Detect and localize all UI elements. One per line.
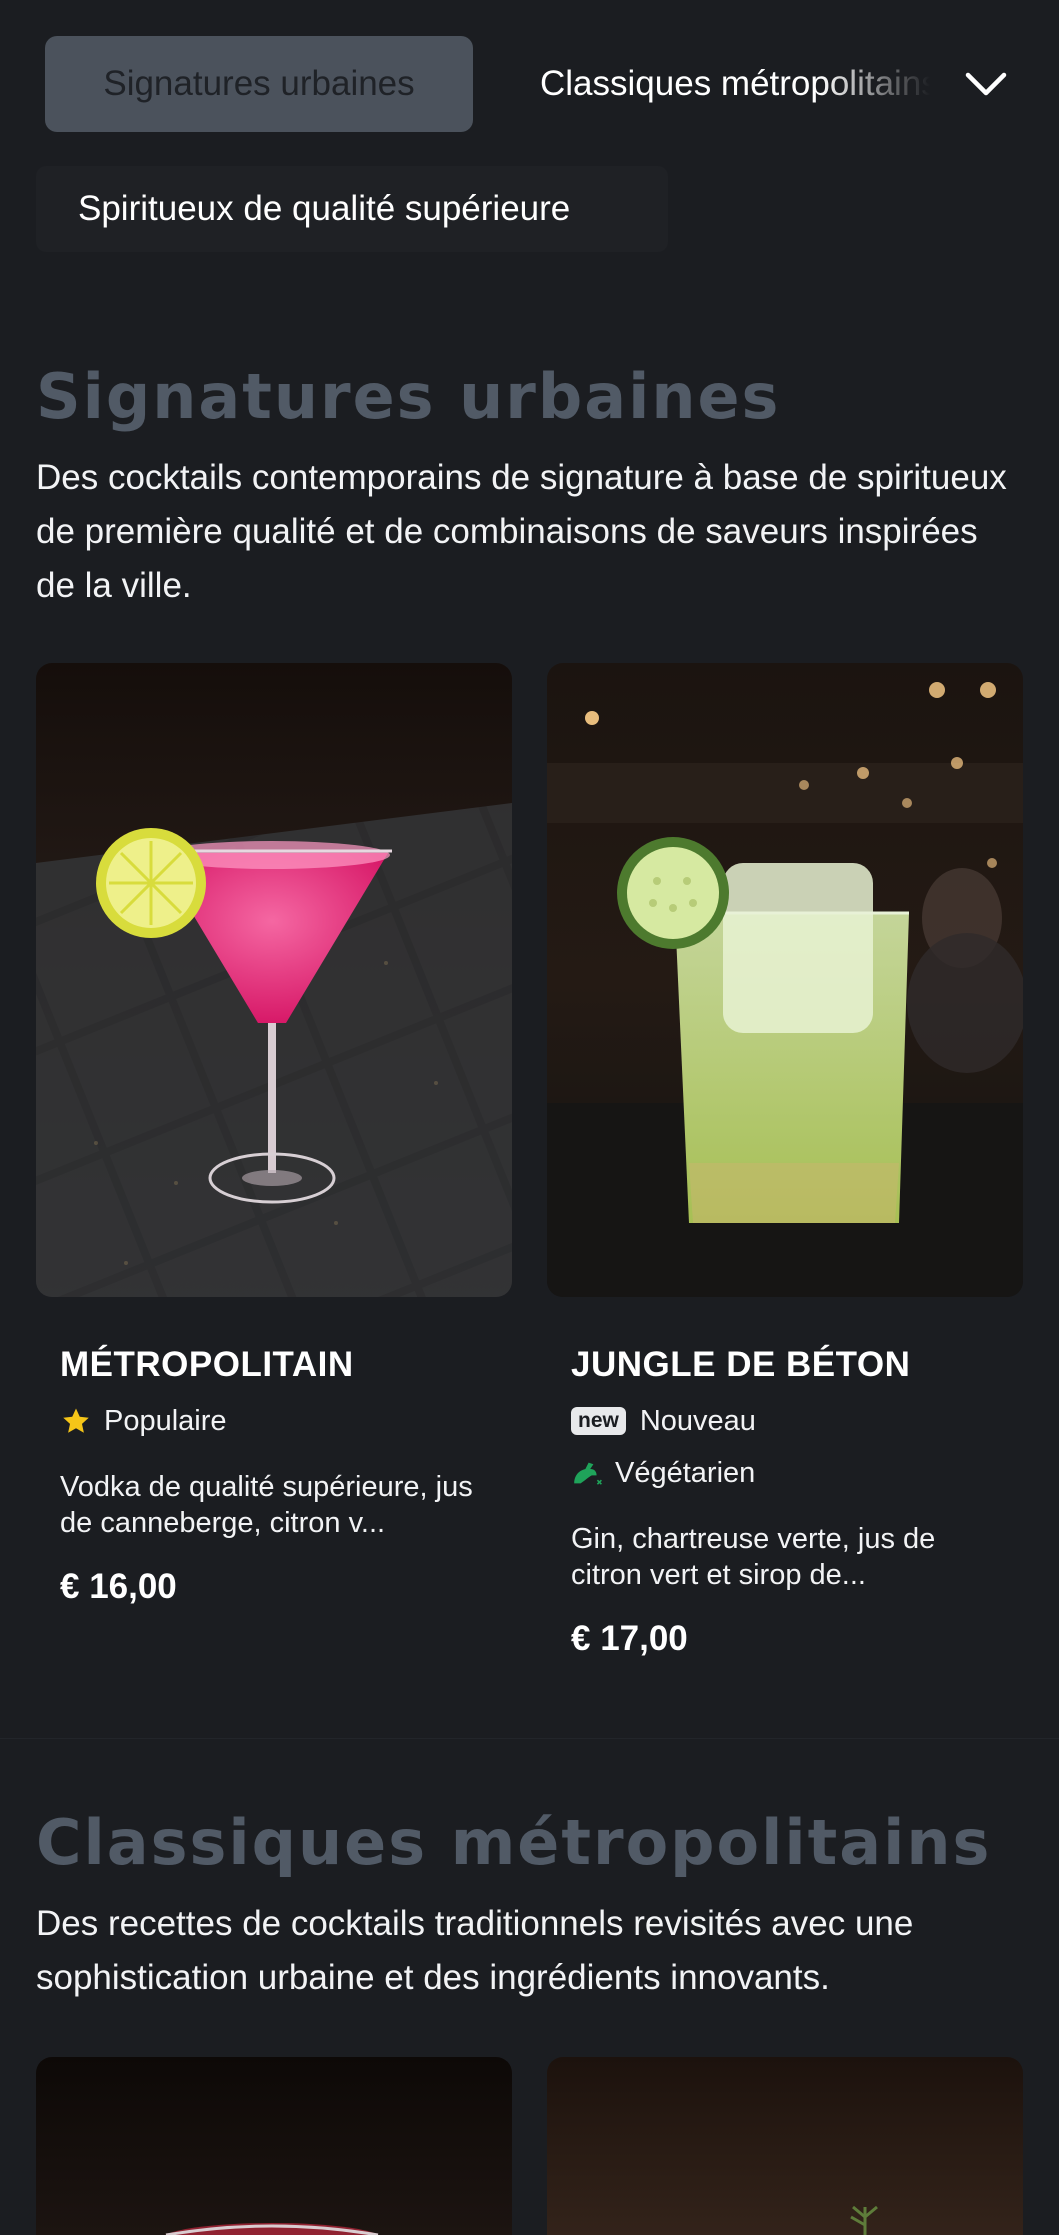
section-divider xyxy=(0,1738,1059,1739)
vegetarian-icon xyxy=(571,1457,603,1489)
tag-new: new Nouveau xyxy=(571,1405,999,1437)
item-price: € 17,00 xyxy=(571,1619,688,1658)
item-description: Vodka de qualité supérieure, jus de cann… xyxy=(60,1471,473,1539)
section-description: Des recettes de cocktails traditionnels … xyxy=(36,1904,914,1997)
menu-item-card[interactable]: MÉTROPOLITAIN Populaire Vodka de qualité… xyxy=(36,663,512,1607)
cocktail-image xyxy=(547,663,1023,1297)
item-description: Gin, chartreuse verte, jus de citron ver… xyxy=(571,1523,936,1591)
tag-popular: Populaire xyxy=(60,1405,488,1437)
star-icon xyxy=(60,1405,92,1437)
cocktail-image xyxy=(547,2057,1023,2235)
tab-classiques-metropolitains[interactable]: Classiques métropolitains xyxy=(540,36,930,132)
tag-label: Nouveau xyxy=(639,1404,756,1437)
item-name: JUNGLE DE BÉTON xyxy=(571,1345,911,1384)
section-title: Signatures urbaines xyxy=(36,360,781,433)
menu-item-card[interactable] xyxy=(36,2057,512,2235)
new-badge: new xyxy=(571,1407,626,1435)
chevron-down-icon[interactable] xyxy=(960,58,1012,110)
cocktail-image xyxy=(36,663,512,1297)
tab-signatures-urbaines[interactable]: Signatures urbaines xyxy=(45,36,473,132)
menu-item-card[interactable]: JUNGLE DE BÉTON new Nouveau Végétarien G… xyxy=(547,663,1023,1659)
item-price: € 16,00 xyxy=(60,1567,177,1606)
section-description: Des cocktails contemporains de signature… xyxy=(36,458,1007,605)
tag-label: Populaire xyxy=(104,1404,227,1437)
category-nav: Signatures urbaines Classiques métropoli… xyxy=(0,0,1059,270)
cocktail-image xyxy=(36,2057,512,2235)
menu-item-card[interactable] xyxy=(547,2057,1023,2235)
section-title: Classiques métropolitains xyxy=(36,1806,992,1879)
item-name: MÉTROPOLITAIN xyxy=(60,1345,354,1384)
tab-spiritueux-qualite[interactable]: Spiritueux de qualité supérieure xyxy=(36,166,668,252)
tag-vegetarian: Végétarien xyxy=(571,1457,999,1489)
tag-label: Végétarien xyxy=(615,1456,756,1489)
